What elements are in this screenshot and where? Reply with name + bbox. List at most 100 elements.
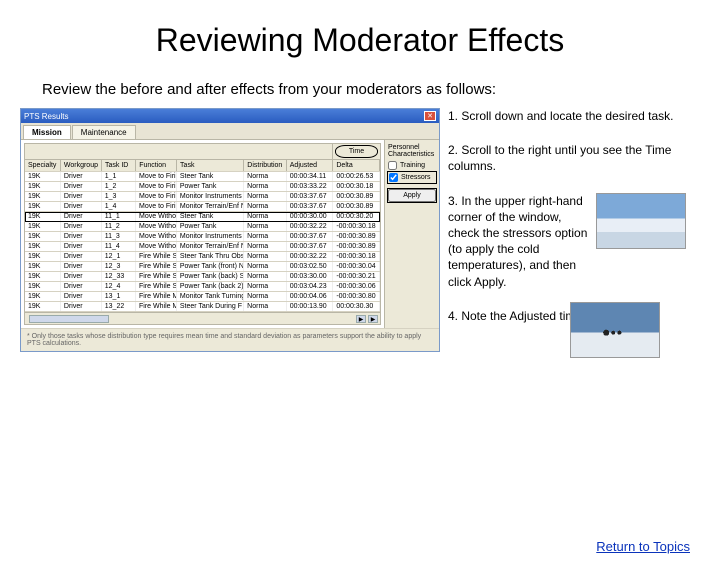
cell-wg: Driver [61, 302, 102, 311]
cell-adj: 00:03:37.67 [287, 192, 334, 201]
table-row[interactable]: 19KDriver13_22Fire While MovingSteer Tan… [25, 302, 380, 312]
cell-adj: 00:03:04.23 [287, 282, 334, 291]
table-row[interactable]: 19KDriver12_3Fire While StationarPower T… [25, 262, 380, 272]
cell-dist: Norma [244, 272, 287, 281]
stressors-checkbox[interactable] [389, 173, 398, 182]
cell-tid: 11_1 [102, 212, 136, 221]
stressors-label: Stressors [401, 174, 431, 181]
cell-adj: 00:00:30.00 [287, 212, 334, 221]
cell-spec: 19K [25, 192, 61, 201]
stressors-option[interactable]: Stressors [388, 172, 436, 183]
col-distribution: Distribution [244, 160, 286, 171]
cell-adj: 00:00:13.90 [287, 302, 334, 311]
cell-fn: Fire While Stationar [136, 262, 177, 271]
cell-task: Monitor Instruments [177, 232, 244, 241]
cell-dist: Norma [244, 202, 287, 211]
cell-del: -00:00:30.18 [333, 222, 380, 231]
cell-tid: 1_4 [102, 202, 136, 211]
cell-del: -00:00:30.06 [333, 282, 380, 291]
training-checkbox[interactable] [388, 161, 397, 170]
cell-dist: Norma [244, 252, 287, 261]
cell-del: 00:00:30.89 [333, 202, 380, 211]
close-icon[interactable]: ✕ [424, 111, 436, 121]
cell-dist: Norma [244, 212, 287, 221]
subtitle: Review the before and after effects from… [42, 81, 720, 98]
cell-del: 00:00:26.53 [333, 172, 380, 181]
cell-fn: Move Without Firing [136, 222, 177, 231]
cell-task: Power Tank (front) N [177, 262, 244, 271]
table-row[interactable]: 19KDriver12_1Fire While StationarSteer T… [25, 252, 380, 262]
cell-del: -00:00:30.80 [333, 292, 380, 301]
cell-dist: Norma [244, 282, 287, 291]
cell-dist: Norma [244, 182, 287, 191]
cell-del: 00:00:30.18 [333, 182, 380, 191]
cell-tid: 12_1 [102, 252, 136, 261]
time-column-group: Time [335, 145, 378, 158]
table-row[interactable]: 19KDriver1_3Move to Firing PositMonitor … [25, 192, 380, 202]
cell-fn: Fire While Stationar [136, 252, 177, 261]
col-delta: Delta [333, 160, 380, 171]
table-row[interactable]: 19KDriver11_3Move Without FiringMonitor … [25, 232, 380, 242]
table-row[interactable]: 19KDriver12_4Fire While StationarPower T… [25, 282, 380, 292]
side-panel-heading: Personnel Characteristics [388, 144, 436, 158]
cell-fn: Move to Firing Posit [136, 192, 177, 201]
scrollbar-thumb[interactable] [29, 315, 109, 323]
table-row[interactable]: 19KDriver12_33Fire While StationarPower … [25, 272, 380, 282]
cell-tid: 12_3 [102, 262, 136, 271]
apply-button[interactable]: Apply [388, 189, 436, 202]
cell-fn: Move Without Firing [136, 232, 177, 241]
cell-spec: 19K [25, 202, 61, 211]
cell-dist: Norma [244, 222, 287, 231]
cell-task: Power Tank [177, 182, 244, 191]
cell-tid: 1_1 [102, 172, 136, 181]
return-to-topics-link[interactable]: Return to Topics [596, 539, 690, 554]
cell-task: Monitor Terrain/Enf N [177, 242, 244, 251]
scroll-right-icon[interactable]: ▶ [356, 315, 366, 323]
cell-adj: 00:00:04.06 [287, 292, 334, 301]
tab-maintenance[interactable]: Maintenance [72, 125, 136, 139]
table-row[interactable]: 19KDriver1_1Move to Firing PositSteer Ta… [25, 172, 380, 182]
cell-del: 00:00:30.20 [333, 212, 380, 221]
cell-task: Monitor Instruments [177, 192, 244, 201]
cell-wg: Driver [61, 212, 102, 221]
cell-del: 00:00:30.30 [333, 302, 380, 311]
cell-wg: Driver [61, 272, 102, 281]
col-adjusted: Adjusted [287, 160, 334, 171]
cell-wg: Driver [61, 292, 102, 301]
instruction-2: 2. Scroll to the right until you see the… [448, 142, 686, 174]
instruction-3-block: 3. In the upper right-hand corner of the… [448, 193, 686, 290]
cell-spec: 19K [25, 292, 61, 301]
cell-dist: Norma [244, 292, 287, 301]
cell-wg: Driver [61, 172, 102, 181]
cell-adj: 00:03:37.67 [287, 202, 334, 211]
cell-task: Power Tank [177, 222, 244, 231]
cell-dist: Norma [244, 262, 287, 271]
cell-dist: Norma [244, 172, 287, 181]
cell-tid: 11_4 [102, 242, 136, 251]
cell-wg: Driver [61, 252, 102, 261]
cell-del: -00:00:30.89 [333, 242, 380, 251]
table-row[interactable]: 19KDriver1_2Move to Firing PositPower Ta… [25, 182, 380, 192]
cell-adj: 00:00:32.22 [287, 252, 334, 261]
tab-mission[interactable]: Mission [23, 125, 71, 139]
cell-wg: Driver [61, 232, 102, 241]
training-option[interactable]: Training [388, 161, 436, 170]
horizontal-scrollbar[interactable]: ▶ ▶ [25, 312, 380, 324]
cell-task: Monitor Terrain/Enf N [177, 202, 244, 211]
cell-tid: 11_3 [102, 232, 136, 241]
pts-results-window: PTS Results ✕ Mission Maintenance Time S… [20, 108, 440, 352]
table-row[interactable]: 19KDriver13_1Fire While MovingMonitor Ta… [25, 292, 380, 302]
cell-fn: Fire While Stationar [136, 272, 177, 281]
tab-strip: Mission Maintenance [21, 123, 439, 140]
cell-del: -00:00:30.21 [333, 272, 380, 281]
table-row[interactable]: 19KDriver11_1Move Without FiringSteer Ta… [25, 212, 380, 222]
table-row[interactable]: 19KDriver1_4Move to Firing PositMonitor … [25, 202, 380, 212]
cell-fn: Fire While Moving [136, 302, 177, 311]
table-row[interactable]: 19KDriver11_2Move Without FiringPower Ta… [25, 222, 380, 232]
cell-wg: Driver [61, 192, 102, 201]
table-row[interactable]: 19KDriver11_4Move Without FiringMonitor … [25, 242, 380, 252]
cell-adj: 00:00:37.67 [287, 242, 334, 251]
cell-spec: 19K [25, 232, 61, 241]
cell-dist: Norma [244, 302, 287, 311]
scroll-end-icon[interactable]: ▶ [368, 315, 378, 323]
